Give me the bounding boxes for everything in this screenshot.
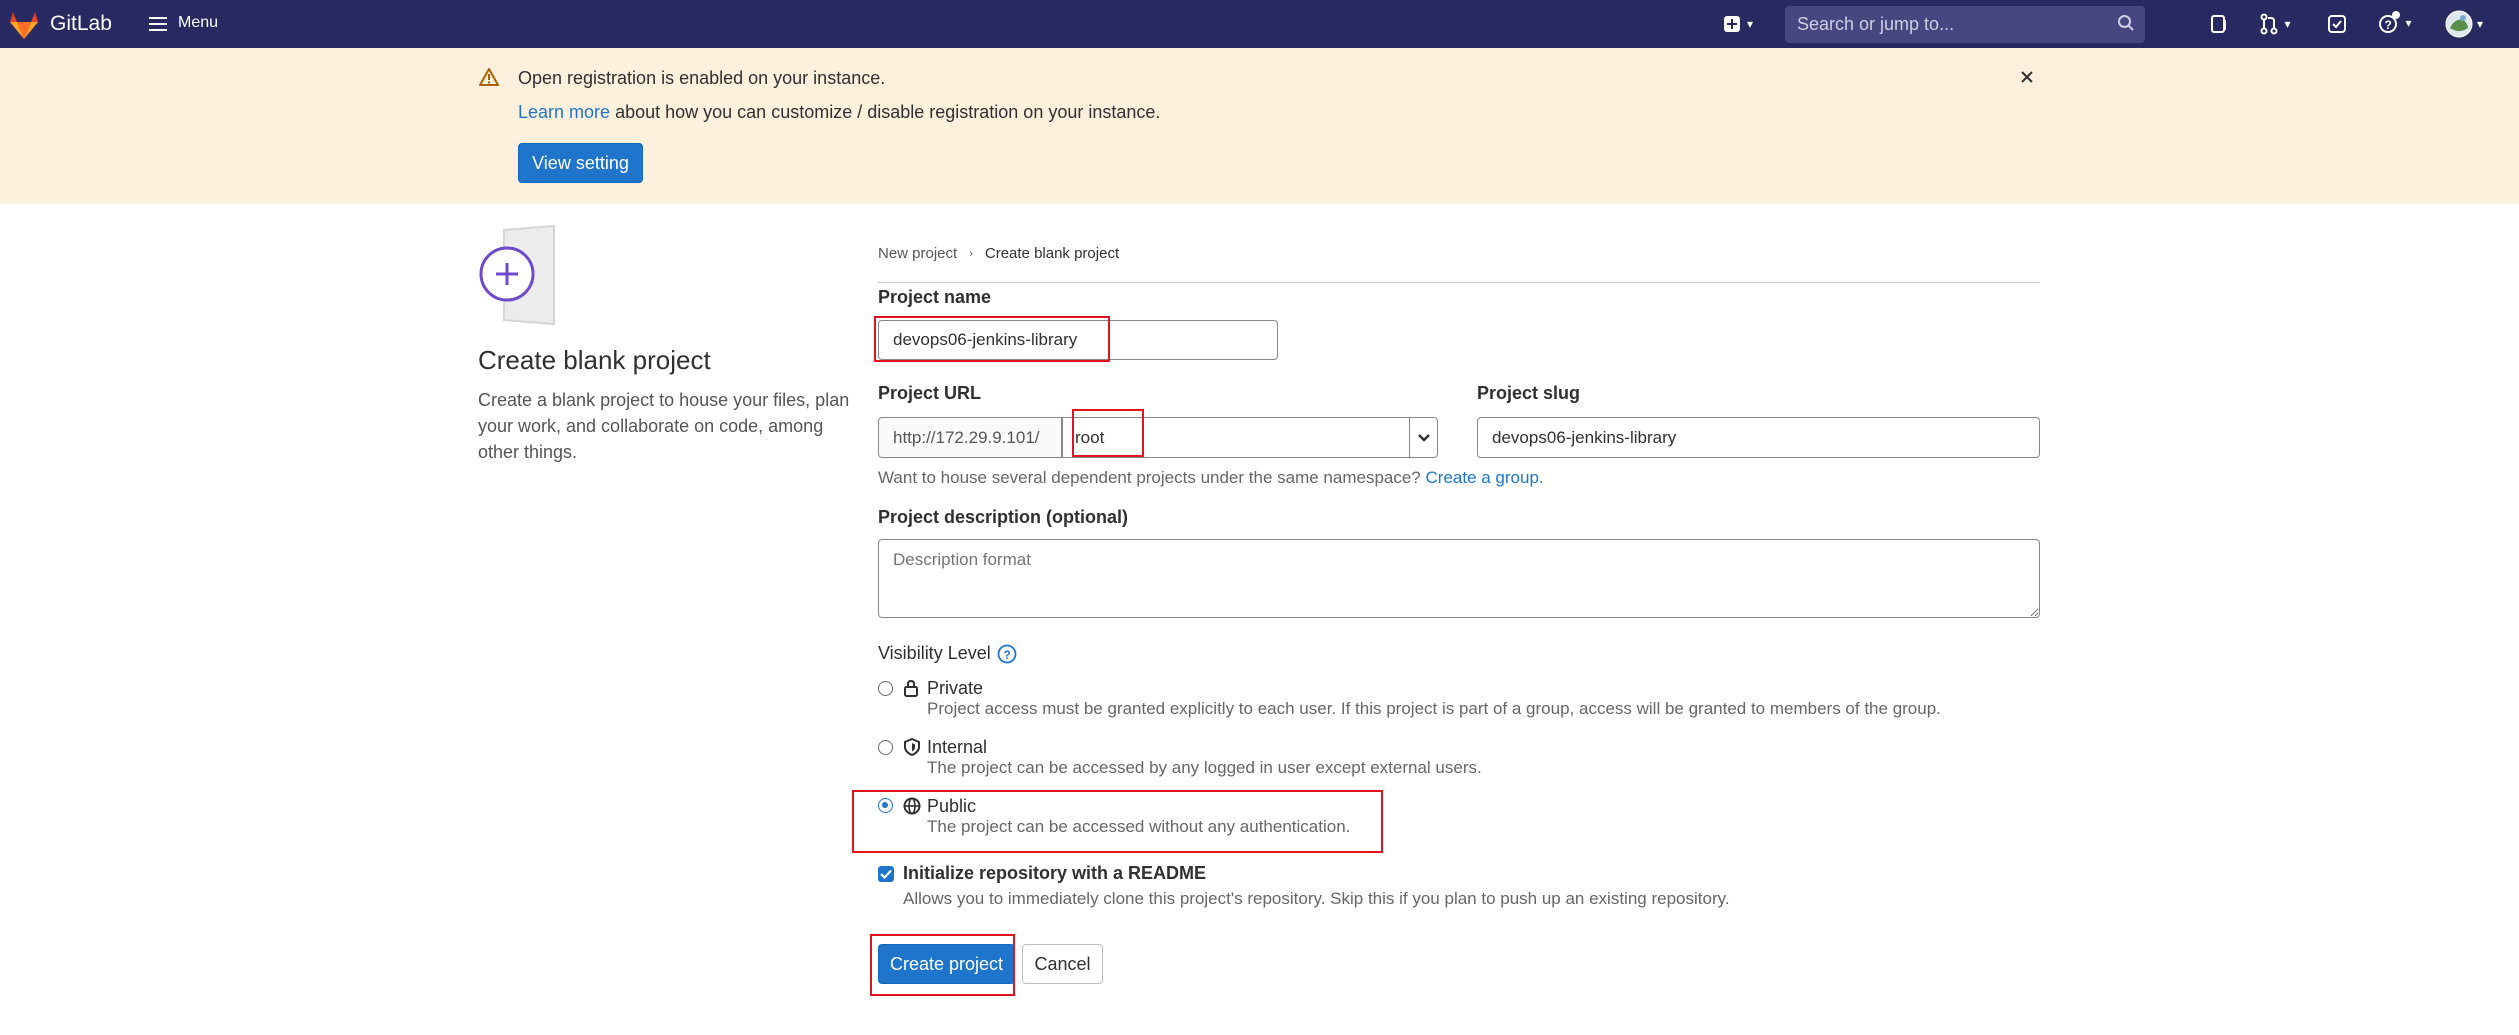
brand-name[interactable]: GitLab — [50, 12, 112, 36]
project-name-label: Project name — [878, 287, 992, 307]
registration-banner: Open registration is enabled on your ins… — [0, 48, 2519, 204]
namespace-help: Want to house several dependent projects… — [878, 468, 1544, 488]
chevron-down-icon: ▾ — [2405, 16, 2412, 30]
highlight-create-button — [870, 934, 1015, 996]
visibility-internal-desc: The project can be accessed by any logge… — [927, 758, 1482, 777]
todo-icon[interactable] — [2326, 13, 2348, 35]
visibility-label-text: Visibility Level — [878, 643, 991, 663]
chevron-down-icon: ▾ — [2476, 17, 2484, 31]
plus-square-icon — [1723, 16, 1740, 32]
description-textarea[interactable] — [878, 539, 2040, 618]
url-prefix: http://172.29.9.101/ — [878, 417, 1062, 458]
project-url-label: Project URL — [878, 383, 982, 403]
svg-text:?: ? — [1003, 648, 1010, 662]
highlight-namespace — [1072, 409, 1144, 457]
new-item-dropdown[interactable]: ▾ — [1716, 12, 1760, 36]
visibility-label: Visibility Level ? — [878, 643, 1017, 664]
create-group-link[interactable]: Create a group. — [1426, 468, 1544, 487]
page-title: Create blank project — [478, 345, 711, 375]
banner-title: Open registration is enabled on your ins… — [518, 68, 886, 88]
search-input[interactable] — [1795, 13, 2095, 36]
issues-icon[interactable] — [2208, 13, 2230, 35]
banner-text-rest: about how you can customize / disable re… — [615, 102, 1161, 122]
banner-text: Learn more about how you can customize /… — [518, 102, 1160, 123]
radio-internal[interactable] — [878, 740, 893, 755]
breadcrumb: New project › Create blank project — [878, 245, 1119, 262]
menu-button[interactable]: Menu — [178, 14, 218, 32]
breadcrumb-divider — [878, 282, 2040, 283]
help-icon[interactable]: ? ▾ — [2372, 8, 2418, 38]
description-label: Project description (optional) — [878, 507, 1129, 527]
readme-description: Allows you to immediately clone this pro… — [903, 889, 1730, 908]
visibility-private-title: Private — [927, 678, 984, 698]
readme-checkbox[interactable] — [878, 866, 894, 882]
shield-icon — [903, 737, 921, 757]
project-slug-label: Project slug — [1477, 383, 1581, 403]
readme-label[interactable]: Initialize repository with a README — [903, 863, 1206, 884]
view-setting-button[interactable]: View setting — [518, 143, 643, 183]
blank-project-illustration — [476, 224, 586, 326]
checkmark-icon — [880, 869, 892, 879]
radio-private[interactable] — [878, 681, 893, 696]
gitlab-logo-icon[interactable] — [8, 10, 40, 40]
visibility-internal-title: Internal — [927, 737, 988, 757]
search-icon — [2117, 14, 2135, 37]
chevron-right-icon: › — [969, 247, 973, 260]
top-navbar: GitLab Menu ▾ ▾ ? ▾ ▾ — [0, 0, 2519, 48]
visibility-private-desc: Project access must be granted explicitl… — [927, 699, 1941, 718]
search-bar[interactable] — [1785, 6, 2145, 43]
breadcrumb-current: Create blank project — [984, 245, 1120, 262]
lock-icon — [903, 679, 919, 697]
breadcrumb-new-project[interactable]: New project — [878, 245, 957, 262]
project-slug-input[interactable]: devops06-jenkins-library — [1477, 417, 2040, 458]
page-description: Create a blank project to house your fil… — [478, 390, 850, 462]
chevron-down-icon: ▾ — [2284, 17, 2291, 31]
namespace-dropdown-toggle[interactable] — [1409, 418, 1437, 457]
chevron-down-icon — [1417, 433, 1430, 442]
chevron-down-icon: ▾ — [1746, 17, 1754, 31]
merge-requests-icon[interactable]: ▾ — [2252, 12, 2298, 36]
warning-icon — [478, 67, 500, 87]
highlight-project-name — [874, 316, 1110, 362]
close-icon[interactable] — [2018, 68, 2038, 88]
svg-text:?: ? — [2385, 18, 2392, 32]
question-circle-icon[interactable]: ? — [997, 644, 1017, 664]
hamburger-icon[interactable] — [148, 14, 168, 34]
learn-more-link[interactable]: Learn more — [518, 102, 610, 122]
namespace-help-text: Want to house several dependent projects… — [878, 468, 1421, 487]
cancel-button[interactable]: Cancel — [1022, 944, 1103, 984]
avatar[interactable]: ▾ — [2440, 8, 2488, 40]
highlight-public — [852, 790, 1383, 853]
